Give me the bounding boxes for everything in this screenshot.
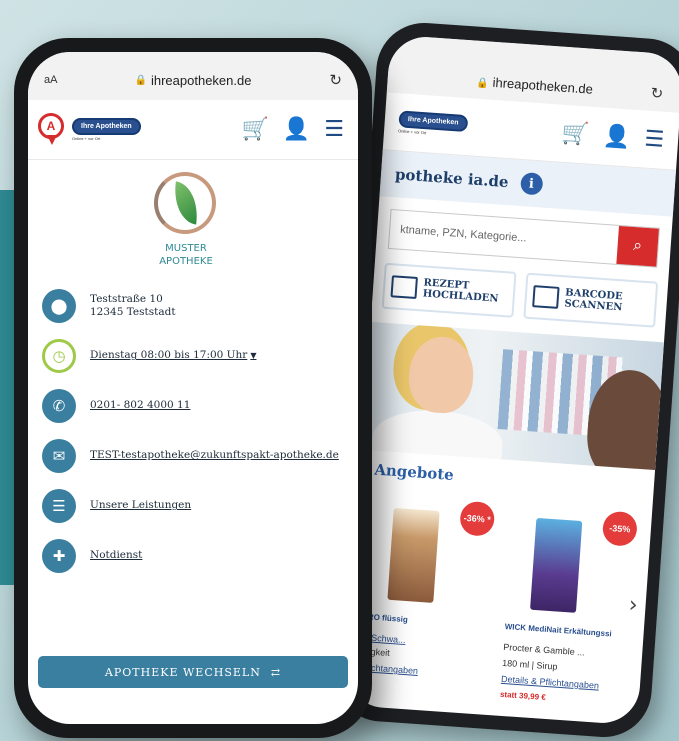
front-url-bar[interactable]: aA 🔒 ihreapotheken.de ↻ — [28, 52, 358, 100]
product-image — [530, 517, 583, 613]
pharmacy-name-line2: APOTHEKE — [159, 256, 213, 267]
product-image — [387, 507, 440, 603]
front-phone-screen: aA 🔒 ihreapotheken.de ↻ A Ihre Apotheken… — [28, 52, 358, 724]
product-manufacturer: Procter & Gamble ... — [503, 641, 586, 658]
back-phone-screen: 🔒 ihreapotheken.de ↻ Ihre Apotheken Onli… — [343, 34, 679, 726]
front-site-header: A Ihre Apotheken Online + vor Ort 🛒 👤 ☰ — [28, 100, 358, 160]
switch-pharmacy-button[interactable]: APOTHEKE WECHSELN ⇄ — [38, 656, 348, 688]
lock-icon: 🔒 — [475, 77, 489, 90]
email-row[interactable]: ✉ TEST-testapotheke@zukunftspakt-apothek… — [42, 436, 344, 476]
hero-pharmacist-head — [406, 334, 476, 416]
back-pharmacy-title: potheke ia.de — [394, 165, 510, 192]
search-icon[interactable]: ⌕ — [616, 225, 659, 267]
prescription-icon — [390, 275, 418, 299]
front-logo-pill: Ihre Apotheken — [72, 118, 141, 135]
upload-prescription-label: REZEPT HOCHLADEN — [422, 277, 499, 305]
services-link[interactable]: Unsere Leistungen — [90, 499, 191, 512]
back-phone: 🔒 ihreapotheken.de ↻ Ihre Apotheken Onli… — [330, 19, 679, 741]
product-name: WICK MediNait Erkältungssi — [504, 621, 612, 639]
cart-icon[interactable]: 🛒 — [561, 120, 590, 147]
back-logo[interactable]: Ihre Apotheken Online + vor Ort — [398, 110, 469, 138]
front-logo-subtext: Online + vor Ort — [72, 136, 101, 141]
envelope-icon: ✉ — [42, 439, 76, 473]
discount-badge: -35% — [601, 510, 639, 547]
front-logo[interactable]: Ihre Apotheken Online + vor Ort — [72, 118, 141, 141]
phone-link[interactable]: 0201- 802 4000 11 — [90, 399, 190, 412]
swap-arrows-icon: ⇄ — [270, 665, 282, 679]
back-search-field[interactable]: ktname, PZN, Kategorie... ⌕ — [387, 208, 660, 268]
product-card[interactable]: -36% * ARO flüssig er Schwa... ssigkeit … — [352, 486, 502, 715]
product-details-link[interactable]: Details & Pflichtangaben — [501, 674, 600, 691]
product-card[interactable]: -35% WICK MediNait Erkältungssi Procter … — [495, 496, 645, 725]
pharmacy-name: MUSTER APOTHEKE — [88, 242, 284, 268]
info-icon[interactable]: i — [519, 171, 544, 196]
back-search-placeholder: ktname, PZN, Kategorie... — [399, 223, 527, 245]
pharmacy-logo — [154, 172, 218, 236]
address-city: 12345 Teststadt — [90, 306, 176, 318]
emergency-row[interactable]: ✚ Notdienst — [42, 536, 344, 576]
product-price: statt 39,99 € — [499, 689, 547, 702]
discount-badge: -36% * — [459, 500, 496, 537]
leaf-icon — [170, 181, 202, 225]
chevron-right-icon[interactable]: › — [628, 593, 639, 619]
menu-icon[interactable]: ☰ — [324, 118, 344, 141]
phone-icon: ✆ — [42, 389, 76, 423]
emergency-service-icon: ✚ — [42, 539, 76, 573]
opening-hours-text: Dienstag 08:00 bis 17:00 Uhr — [90, 349, 248, 362]
lock-icon: 🔒 — [134, 74, 147, 86]
hero-image — [361, 321, 664, 471]
emergency-link[interactable]: Notdienst — [90, 549, 142, 562]
barcode-icon — [532, 285, 560, 309]
user-icon[interactable]: 👤 — [602, 123, 631, 150]
switch-pharmacy-label: APOTHEKE WECHSELN — [104, 665, 261, 679]
reload-icon[interactable]: ↻ — [650, 84, 664, 103]
user-icon[interactable]: 👤 — [283, 118, 310, 141]
front-phone: aA 🔒 ihreapotheken.de ↻ A Ihre Apotheken… — [14, 38, 372, 738]
scan-barcode-label: BARCODE SCANNEN — [564, 287, 623, 314]
scan-barcode-button[interactable]: BARCODE SCANNEN — [523, 272, 659, 328]
hero-pharmacist-body — [370, 406, 505, 471]
address-street: Teststraße 10 — [90, 292, 163, 305]
product-carousel: -36% * ARO flüssig er Schwa... ssigkeit … — [344, 485, 653, 725]
pharmacy-name-line1: MUSTER — [165, 243, 207, 254]
back-url-text: ihreapotheken.de — [492, 74, 594, 97]
pharmacy-details: MUSTER APOTHEKE ⬤ Teststraße 10 12345 Te… — [28, 160, 358, 724]
clock-icon: ◷ — [42, 339, 76, 373]
address-row: ⬤ Teststraße 10 12345 Teststadt — [42, 286, 344, 326]
text-size-button[interactable]: aA — [44, 74, 57, 86]
services-row[interactable]: ☰ Unsere Leistungen — [42, 486, 344, 526]
menu-icon[interactable]: ☰ — [644, 126, 665, 152]
list-icon: ☰ — [42, 489, 76, 523]
opening-hours-dropdown[interactable]: Dienstag 08:00 bis 17:00 Uhr ▼ — [90, 349, 256, 362]
location-pin-icon: ⬤ — [42, 289, 76, 323]
caret-down-icon: ▼ — [250, 351, 257, 361]
reload-icon[interactable]: ↻ — [329, 71, 342, 89]
cart-icon[interactable]: 🛒 — [241, 118, 268, 141]
opening-hours-row[interactable]: ◷ Dienstag 08:00 bis 17:00 Uhr ▼ — [42, 336, 344, 376]
email-link[interactable]: TEST-testapotheke@zukunftspakt-apotheke.… — [90, 449, 339, 462]
product-size: 180 ml | Sirup — [501, 657, 558, 672]
location-pin-logo-icon[interactable]: A — [38, 112, 66, 147]
upload-prescription-button[interactable]: REZEPT HOCHLADEN — [381, 262, 517, 318]
front-url-text: ihreapotheken.de — [150, 72, 252, 88]
phone-row[interactable]: ✆ 0201- 802 4000 11 — [42, 386, 344, 426]
